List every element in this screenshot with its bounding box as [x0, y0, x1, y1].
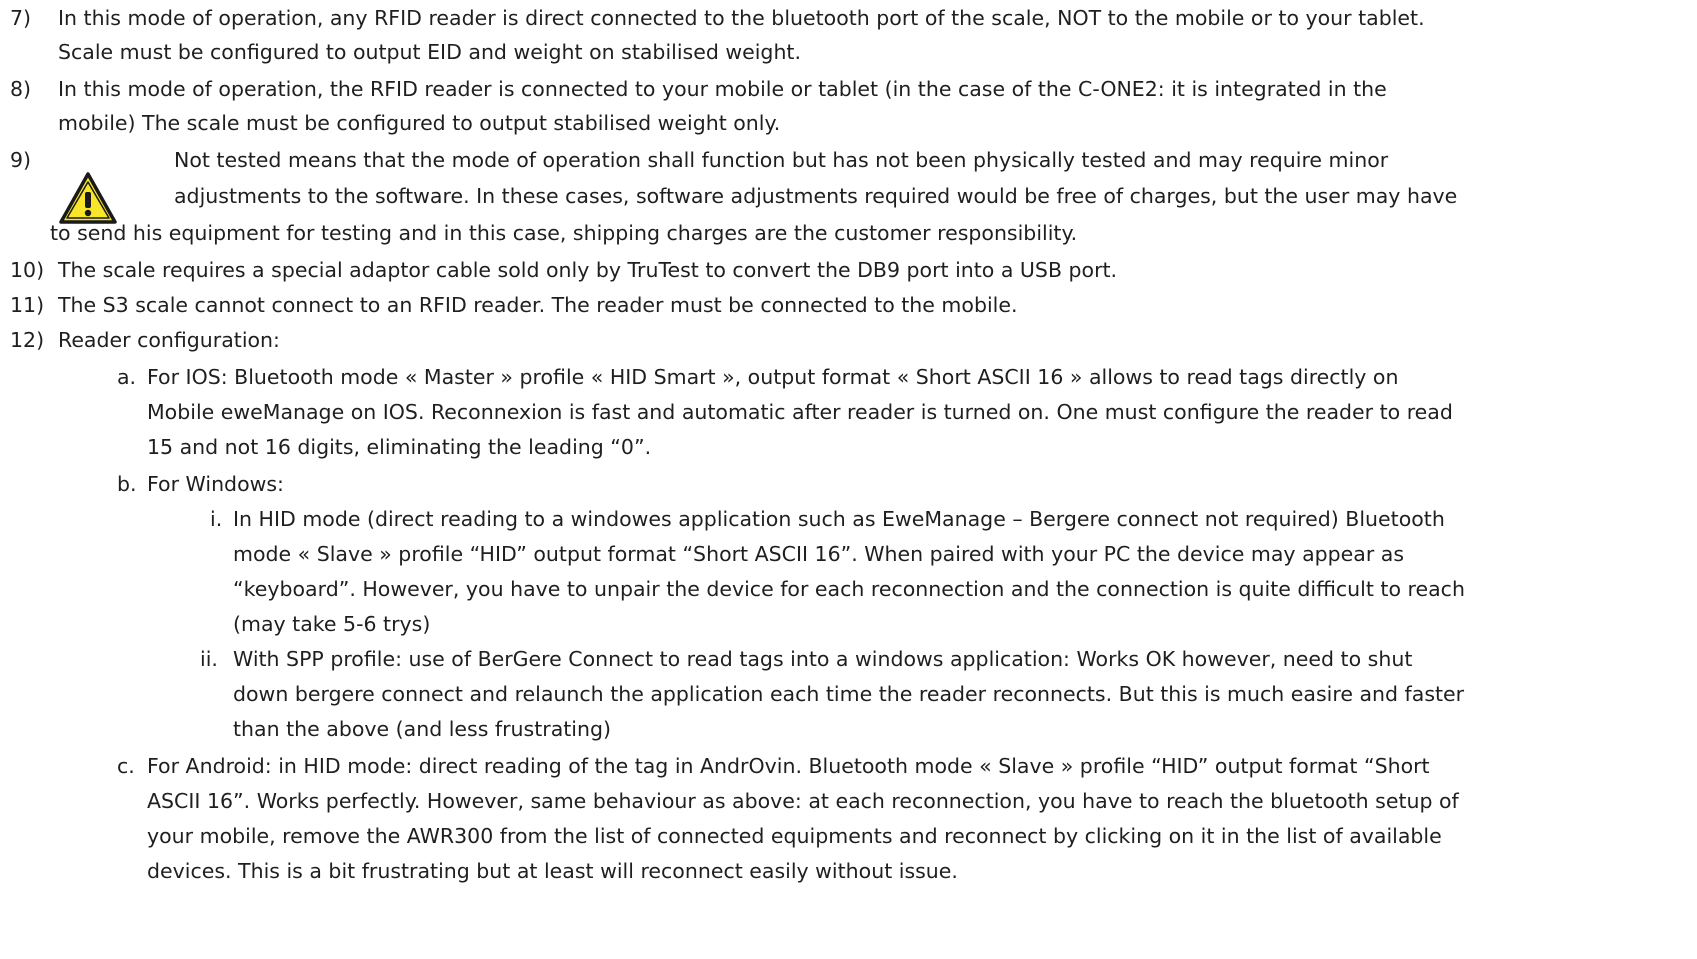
item-number: 11) [10, 293, 45, 317]
item-line: In this mode of operation, any RFID read… [58, 6, 1425, 30]
sub-item-line: mode « Slave » profile “HID” output form… [233, 542, 1405, 566]
item-number: 8) [10, 77, 32, 101]
item-line: Scale must be configured to output EID a… [58, 40, 801, 64]
item-line: The scale requires a special adaptor cab… [58, 258, 1118, 282]
item-line: In this mode of operation, the RFID read… [58, 77, 1387, 101]
item-line: Reader configuration: [58, 328, 280, 352]
item-line: to send his equipment for testing and in… [50, 221, 1078, 245]
sub-item-letter: a. [117, 365, 137, 389]
sub-item-line: For Windows: [147, 472, 284, 496]
sub-item-line: With SPP profile: use of BerGere Connect… [233, 647, 1413, 671]
sub-item-roman: ii. [200, 647, 218, 671]
sub-item-letter: b. [117, 472, 137, 496]
sub-item-line: than the above (and less frustrating) [233, 717, 611, 741]
item-line: Not tested means that the mode of operat… [174, 148, 1389, 172]
item-line: The S3 scale cannot connect to an RFID r… [58, 293, 1018, 317]
sub-item-line: (may take 5-6 trys) [233, 612, 431, 636]
item-number: 9) [10, 148, 32, 172]
item-line: mobile) The scale must be configured to … [58, 111, 781, 135]
sub-item-line: For IOS: Bluetooth mode « Master » profi… [147, 365, 1399, 389]
sub-item-line: your mobile, remove the AWR300 from the … [147, 824, 1442, 848]
item-number: 12) [10, 328, 45, 352]
sub-item-roman: i. [210, 507, 223, 531]
sub-item-line: 15 and not 16 digits, eliminating the le… [147, 435, 652, 459]
item-number: 10) [10, 258, 45, 282]
sub-item-line: “keyboard”. However, you have to unpair … [233, 577, 1465, 601]
item-number: 7) [10, 6, 32, 30]
sub-item-line: In HID mode (direct reading to a windowe… [233, 507, 1445, 531]
sub-item-line: Mobile eweManage on IOS. Reconnexion is … [147, 400, 1453, 424]
sub-item-line: For Android: in HID mode: direct reading… [147, 754, 1430, 778]
item-line: adjustments to the software. In these ca… [174, 184, 1458, 208]
sub-item-letter: c. [117, 754, 135, 778]
sub-item-line: devices. This is a bit frustrating but a… [147, 859, 958, 883]
sub-item-line: down bergere connect and relaunch the ap… [233, 682, 1465, 706]
sub-item-line: ASCII 16”. Works perfectly. However, sam… [147, 789, 1459, 813]
